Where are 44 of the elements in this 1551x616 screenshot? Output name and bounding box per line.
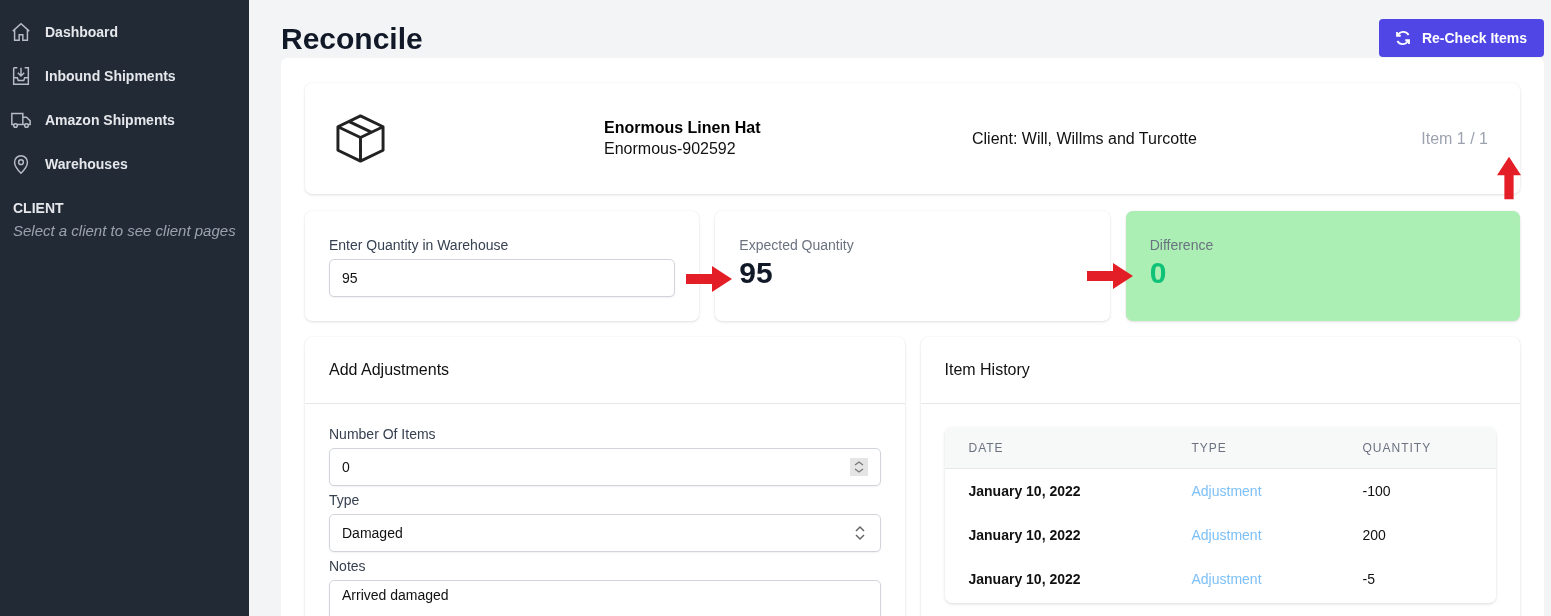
- field-label: Enter Quantity in Warehouse: [329, 237, 510, 253]
- page-title: Reconcile: [281, 22, 423, 56]
- table-cell-text: -100: [1361, 482, 1392, 501]
- download-tray-icon: [10, 65, 32, 87]
- column-header: TYPE: [1167, 427, 1339, 469]
- card-title: Add Adjustments: [305, 337, 905, 404]
- annotation-arrow-icon: [1087, 263, 1133, 289]
- field-label: Number Of Items: [329, 426, 437, 442]
- column-header: DATE: [944, 427, 1168, 469]
- table-cell-text: January 10, 2022: [967, 482, 1082, 501]
- chevron-icon: [853, 524, 866, 542]
- stat-value: 0: [1149, 256, 1168, 290]
- table-cell-text: -5: [1361, 570, 1376, 589]
- quantity-input[interactable]: 95: [329, 259, 676, 297]
- sidebar-item[interactable]: Inbound Shipments: [0, 54, 249, 98]
- table-cell-text: 200: [1361, 526, 1387, 545]
- stat-label: Difference: [1149, 237, 1215, 253]
- annotation-arrow-icon: [1497, 155, 1521, 201]
- home-icon: [10, 21, 32, 43]
- notes-input[interactable]: Arrived damaged: [329, 580, 881, 616]
- re-check-button[interactable]: Re-Check Items: [1378, 19, 1544, 57]
- number-input[interactable]: 0: [329, 448, 881, 486]
- box-icon: [335, 113, 386, 164]
- table-cell-text: January 10, 2022: [967, 526, 1082, 545]
- card-title: Item History: [920, 337, 1520, 404]
- product-name: Enormous Linen Hat: [604, 119, 762, 137]
- sidebar-item[interactable]: Amazon Shipments: [0, 98, 249, 142]
- stepper-icon: [849, 458, 868, 476]
- annotation-arrow-icon: [686, 266, 732, 292]
- sidebar-item[interactable]: Warehouses: [0, 142, 249, 186]
- client-name: Client: Will, Willms and Turcotte: [972, 129, 1198, 148]
- sidebar-item[interactable]: Dashboard: [0, 10, 249, 54]
- item-counter: Item 1 / 1: [1421, 129, 1488, 148]
- section-hint: Select a client to see client pages: [13, 223, 236, 239]
- field-label: Type: [329, 492, 361, 508]
- product-sku: Enormous-902592: [604, 140, 737, 158]
- refresh-icon: [1393, 29, 1412, 47]
- type-select[interactable]: Damaged: [329, 514, 881, 552]
- table-cell-text: January 10, 2022: [967, 570, 1082, 589]
- column-header: QUANTITY: [1338, 427, 1496, 469]
- field-label: Notes: [329, 558, 367, 574]
- stat-value: 95: [739, 256, 774, 290]
- section-heading: CLIENT: [13, 200, 64, 216]
- stat-label: Expected Quantity: [739, 237, 855, 253]
